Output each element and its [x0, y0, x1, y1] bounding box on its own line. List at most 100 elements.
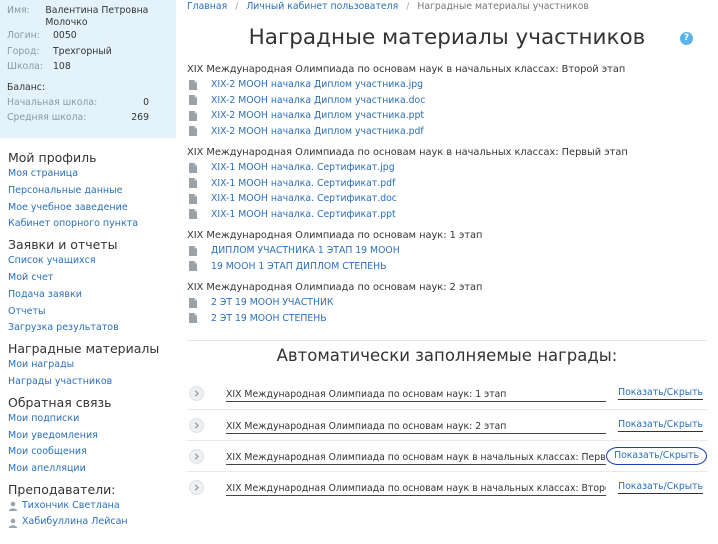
show-hide-toggle[interactable]: Показать/Скрыть	[618, 481, 703, 494]
file-row[interactable]: XIX-2 МООН началка Диплом участника.pdf	[187, 124, 707, 140]
teacher-name[interactable]: Тихончик Светлана	[22, 498, 120, 515]
file-link[interactable]: XIX-2 МООН началка Диплом участника.jpg	[211, 77, 423, 93]
file-link[interactable]: XIX-1 МООН началка. Сертификат.doc	[211, 191, 397, 207]
file-link[interactable]: ДИПЛОМ УЧАСТНИКА 1 ЭТАП 19 МООН	[211, 243, 400, 259]
document-icon	[189, 245, 197, 256]
sidebar-menu-item[interactable]: Мои апелляции	[8, 461, 176, 478]
file-link[interactable]: XIX-2 МООН началка Диплом участника.doc	[211, 93, 425, 109]
sidebar-menu-item[interactable]: Мои уведомления	[8, 428, 176, 445]
document-icon	[189, 313, 197, 324]
teacher-name[interactable]: Хабибуллина Лейсан	[22, 514, 128, 531]
sidebar-menu: Мой профиль Моя страница Персональные данн…	[0, 138, 176, 531]
sidebar-menu-item[interactable]: Мои подписки	[8, 411, 176, 428]
user-info-value: 108	[53, 61, 71, 72]
breadcrumb-home[interactable]: Главная	[187, 1, 227, 12]
sidebar-menu-item[interactable]: Кабинет опорного пункта	[8, 216, 176, 233]
menu-group-title: Обратная связь	[8, 394, 112, 410]
file-link[interactable]: XIX-1 МООН началка. Сертификат.ppt	[211, 207, 396, 223]
sidebar-menu-item[interactable]: Мои награды	[8, 357, 176, 374]
file-row[interactable]: 19 МООН 1 ЭТАП ДИПЛОМ СТЕПЕНЬ	[187, 259, 707, 275]
file-row[interactable]: XIX-2 МООН началка Диплом участника.ppt	[187, 108, 707, 124]
file-row[interactable]: XIX-1 МООН началка. Сертификат.jpg	[187, 160, 707, 176]
menu-group-title: Заявки и отчеты	[8, 237, 118, 253]
sidebar-menu-item[interactable]: Подача заявки	[8, 287, 176, 304]
file-link[interactable]: XIX-1 МООН началка. Сертификат.jpg	[211, 160, 395, 176]
sidebar-menu-item[interactable]: Мои сообщения	[8, 444, 176, 461]
chevron-right-icon[interactable]	[189, 479, 204, 495]
balance-value: 0	[143, 96, 149, 108]
menu-group-title: Мой профиль	[8, 150, 97, 165]
show-hide-toggle[interactable]: Показать/Скрыть	[606, 447, 707, 465]
help-icon[interactable]: ?	[680, 32, 693, 45]
chevron-right-icon[interactable]	[189, 417, 204, 433]
sidebar-menu-item[interactable]: Награды участников	[8, 374, 176, 391]
user-info-row: Школа: 108	[7, 59, 169, 75]
breadcrumb-cabinet[interactable]: Личный кабинет пользователя	[246, 1, 398, 12]
file-link[interactable]: XIX-2 МООН началка Диплом участника.ppt	[211, 108, 424, 124]
file-row[interactable]: XIX-1 МООН началка. Сертификат.doc	[187, 191, 707, 207]
award-section: XIX Международная Олимпиада по основам н…	[187, 229, 707, 274]
sidebar-menu-item[interactable]: Отчеты	[8, 304, 176, 321]
auto-awards-list: XIX Международная Олимпиада по основам н…	[187, 378, 707, 502]
award-section-title: XIX Международная Олимпиада по основам н…	[187, 147, 628, 158]
sidebar-menu-item[interactable]: Список учащихся	[8, 253, 176, 270]
sidebar-menu-item[interactable]: Мой счет	[8, 270, 176, 287]
balance-rows: Начальная школа: 0 Средняя школа: 269	[7, 95, 169, 126]
file-row[interactable]: XIX-1 МООН началка. Сертификат.pdf	[187, 176, 707, 192]
file-link[interactable]: XIX-1 МООН началка. Сертификат.pdf	[211, 176, 395, 192]
chevron-right-icon[interactable]	[189, 448, 204, 464]
file-link[interactable]: 2 ЭТ 19 МООН УЧАСТНИК	[211, 295, 334, 311]
award-section-title: XIX Международная Олимпиада по основам н…	[187, 64, 626, 75]
sidebar-menu-item[interactable]: Персональные данные	[8, 183, 176, 200]
user-info-value: 0050	[53, 30, 77, 41]
user-info-row: Логин: 0050	[7, 28, 169, 44]
page-title: Наградные материалы участников	[248, 25, 646, 50]
file-link[interactable]: 19 МООН 1 ЭТАП ДИПЛОМ СТЕПЕНЬ	[211, 259, 387, 275]
award-materials-sections: XIX Международная Олимпиада по основам н…	[187, 63, 707, 326]
file-link[interactable]: XIX-2 МООН началка Диплом участника.pdf	[211, 124, 424, 140]
show-hide-toggle[interactable]: Показать/Скрыть	[618, 387, 703, 400]
file-row[interactable]: XIX-2 МООН началка Диплом участника.jpg	[187, 77, 707, 93]
award-section: XIX Международная Олимпиада по основам н…	[187, 281, 707, 326]
document-icon	[189, 126, 197, 137]
sidebar-menu-item[interactable]: Мое учебное заведение	[8, 200, 176, 217]
user-info-value: Трехгорный	[53, 45, 112, 57]
file-row[interactable]: XIX-2 МООН началка Диплом участника.doc	[187, 93, 707, 109]
document-icon	[189, 178, 197, 189]
auto-award-row: XIX Международная Олимпиада по основам н…	[187, 378, 707, 409]
user-info-key: Школа:	[7, 61, 44, 72]
award-section-title: XIX Международная Олимпиада по основам н…	[187, 282, 483, 293]
document-icon	[189, 297, 197, 308]
award-section: XIX Международная Олимпиада по основам н…	[187, 146, 707, 222]
auto-awards-title: Автоматически заполняемые награды:	[187, 340, 707, 366]
user-info-value: Валентина Петровна Молочко	[45, 5, 149, 28]
document-icon	[189, 209, 197, 220]
breadcrumb-current: Наградные материалы участников	[417, 1, 589, 12]
show-hide-toggle[interactable]: Показать/Скрыть	[618, 419, 703, 432]
auto-award-label: XIX Международная Олимпиада по основам н…	[226, 389, 606, 402]
file-row[interactable]: 2 ЭТ 19 МООН УЧАСТНИК	[187, 295, 707, 311]
person-icon	[8, 501, 18, 512]
chevron-right-icon[interactable]	[189, 386, 204, 401]
file-link[interactable]: 2 ЭТ 19 МООН СТЕПЕНЬ	[211, 311, 327, 327]
document-icon	[189, 79, 197, 90]
file-row[interactable]: 2 ЭТ 19 МООН СТЕПЕНЬ	[187, 311, 707, 327]
auto-award-row: XIX Международная Олимпиада по основам н…	[187, 471, 707, 502]
file-row[interactable]: ДИПЛОМ УЧАСТНИКА 1 ЭТАП 19 МООН	[187, 243, 707, 259]
teacher-item[interactable]: Хабибуллина Лейсан	[8, 514, 176, 531]
user-info-row: Имя: Валентина Петровна Молочко	[7, 3, 169, 28]
file-row[interactable]: XIX-1 МООН началка. Сертификат.ppt	[187, 207, 707, 223]
teacher-item[interactable]: Тихончик Светлана	[8, 498, 176, 515]
person-icon	[8, 518, 18, 528]
document-icon	[189, 193, 197, 204]
balance-title: Баланс:	[7, 81, 46, 93]
menu-group-title: Преподаватели:	[8, 481, 116, 497]
sidebar-menu-item[interactable]: Моя страница	[8, 166, 176, 183]
user-info-rows: Имя: Валентина Петровна Молочко Логин: 0050…	[7, 3, 169, 75]
menu-group-title: Наградные материалы	[8, 341, 160, 357]
sidebar-menu-item[interactable]: Загрузка результатов	[8, 320, 176, 337]
auto-award-label: XIX Международная Олимпиада по основам н…	[226, 482, 606, 496]
user-info-key: Город:	[7, 45, 40, 57]
user-info-key: Логин:	[7, 30, 40, 41]
balance-key: Средняя школа:	[7, 112, 87, 123]
